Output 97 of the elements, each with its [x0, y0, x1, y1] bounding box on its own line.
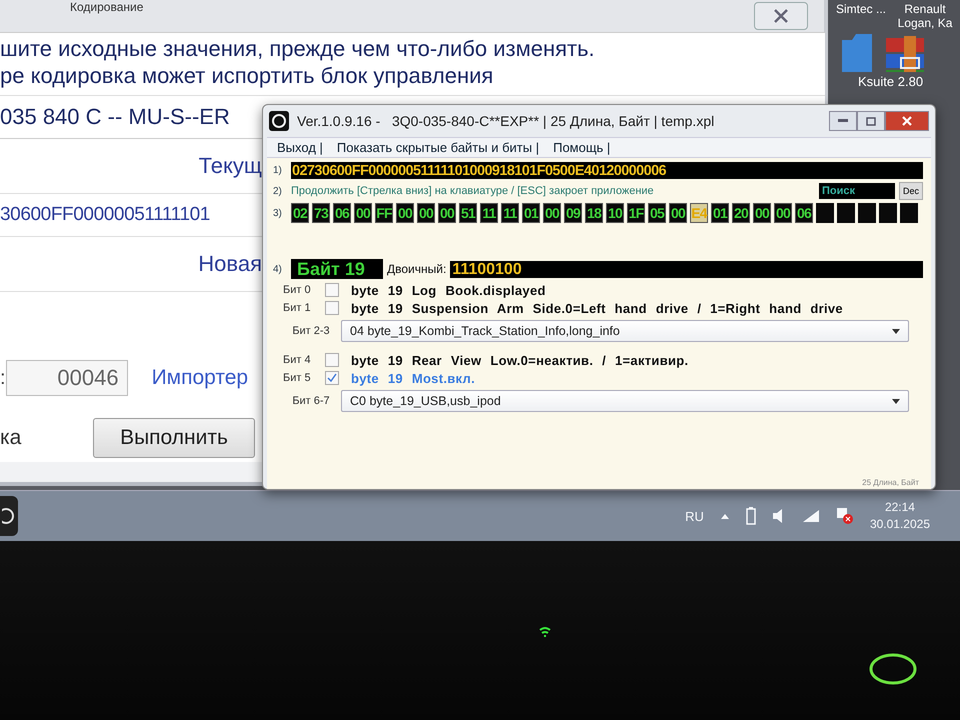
menu-item[interactable]: Выход |: [277, 140, 323, 155]
check-icon: [327, 373, 337, 383]
dropdown-value: 04 byte_19_Kombi_Track_Station_Info,long_info: [350, 324, 620, 338]
importer-link[interactable]: Импортер: [152, 366, 248, 390]
byte-cell[interactable]: 00: [396, 203, 414, 223]
byte-cell[interactable]: 01: [522, 203, 540, 223]
caret-icon: [892, 398, 900, 404]
close-icon: [774, 9, 788, 23]
byte-cell[interactable]: 06: [333, 203, 351, 223]
current-label: Текущ: [198, 153, 262, 179]
status-text: 25 Длина, Байт: [862, 478, 919, 487]
desktop-icon-label: Simtec ...: [836, 2, 886, 16]
empty-byte-cell: [816, 203, 834, 223]
byte-cell[interactable]: 18: [585, 203, 603, 223]
archive-icon: [884, 36, 924, 72]
checkbox[interactable]: [325, 301, 339, 315]
checkbox[interactable]: [325, 371, 339, 385]
taskbar-app-button[interactable]: [0, 496, 18, 536]
bit-description: byte 19 Most.вкл.: [351, 370, 475, 386]
binary-value: 11100100: [450, 260, 923, 278]
number-field[interactable]: 00046: [6, 360, 128, 396]
menu-item[interactable]: Помощь |: [553, 140, 610, 155]
row-number: 1): [273, 165, 283, 176]
warning-text: шите исходные значения, прежде чем что-либо изменять.: [0, 35, 596, 62]
bit-label: Бит 0: [283, 284, 312, 296]
dropdown-value: C0 byte_19_USB,usb_ipod: [350, 394, 501, 408]
field-label: :: [0, 366, 6, 390]
desktop-icon-label: Ksuite 2.80: [858, 74, 924, 89]
byte-cell[interactable]: 01: [711, 203, 729, 223]
dec-button[interactable]: Dec: [898, 182, 923, 200]
byte-cell[interactable]: 00: [753, 203, 771, 223]
checkbox[interactable]: [325, 283, 339, 297]
folder-icon: [842, 32, 872, 72]
window-title: Ver.1.0.9.16 - 3Q0-035-840-C**EXP** | 25 Длина, Байт | temp.xpl: [297, 113, 716, 129]
byte-cell[interactable]: 11: [501, 203, 519, 223]
byte-cell[interactable]: 73: [312, 203, 330, 223]
byte-cell[interactable]: 00: [354, 203, 372, 223]
byte-cell[interactable]: 00: [417, 203, 435, 223]
empty-byte-cell: [858, 203, 876, 223]
up-arrow-icon: [720, 512, 730, 520]
new-label: Новая: [197, 251, 262, 277]
close-button[interactable]: [754, 2, 808, 30]
byte-cell[interactable]: 10: [606, 203, 624, 223]
bit-description: byte 19 Suspension Arm Side.0=Left hand drive / 1=Right hand drive: [351, 300, 843, 316]
minimize-button[interactable]: [829, 111, 857, 131]
byte-cell[interactable]: 00: [438, 203, 456, 223]
byte-cell[interactable]: 11: [480, 203, 498, 223]
byte-cell[interactable]: 51: [459, 203, 477, 223]
signal-icon: [802, 509, 820, 523]
hint-text: Продолжить [Стрелка вниз] на клавиатуре / [ESC] закроет приложение: [291, 185, 655, 197]
maximize-button[interactable]: [857, 111, 885, 131]
empty-byte-cell: [900, 203, 918, 223]
byte-cell[interactable]: 09: [564, 203, 582, 223]
bit-label: Бит 4: [283, 354, 312, 366]
bit-label: Бит 1: [283, 302, 312, 314]
bit-label: Бит 5: [283, 372, 312, 384]
power-light-icon: [868, 652, 918, 686]
byte-cell[interactable]: 00: [669, 203, 687, 223]
option-dropdown[interactable]: 04 byte_19_Kombi_Track_Station_Info,long_info: [341, 320, 909, 342]
close-button[interactable]: [885, 111, 929, 131]
empty-byte-cell: [837, 203, 855, 223]
binary-label: Двоичный:: [387, 262, 446, 276]
minimize-icon: [838, 119, 848, 123]
app-logo-icon: [269, 111, 289, 131]
row-number: 3): [273, 208, 283, 218]
bit-label: Бит 6-7: [291, 395, 331, 407]
empty-byte-cell: [879, 203, 897, 223]
maximize-icon: [866, 116, 876, 126]
byte-cell[interactable]: 02: [291, 203, 309, 223]
option-dropdown[interactable]: C0 byte_19_USB,usb_ipod: [341, 390, 909, 412]
coding-string: 02730600FF00000051111101000918101F0500E40120000006: [291, 162, 666, 178]
byte-cell[interactable]: 05: [648, 203, 666, 223]
search-field[interactable]: Поиск: [818, 183, 895, 199]
network-error-icon: [836, 507, 854, 525]
menu-item[interactable]: Показать скрытые байты и биты |: [336, 140, 540, 155]
warning-text: ре кодировка может испортить блок управления: [0, 62, 494, 89]
byte-number: Байт 19: [291, 259, 383, 279]
row-number: 4): [273, 264, 283, 274]
battery-icon: [746, 507, 756, 525]
window-title: Кодирование: [70, 0, 144, 14]
close-icon: [902, 116, 912, 126]
byte-cell[interactable]: 00: [774, 203, 792, 223]
option-label: ка: [0, 426, 22, 450]
bit-description: byte 19 Log Book.displayed: [351, 282, 546, 298]
checkbox[interactable]: [325, 353, 339, 367]
byte-cell[interactable]: 20: [732, 203, 750, 223]
execute-button[interactable]: Выполнить: [93, 418, 255, 458]
desktop-icon-label: Renault Logan, Ka: [896, 2, 954, 30]
byte-cell[interactable]: FF: [375, 203, 393, 223]
byte-cell[interactable]: 1F: [627, 203, 645, 223]
bit-description: byte 19 Rear View Low.0=неактив. / 1=активир.: [351, 352, 688, 368]
wifi-led-icon: [538, 626, 552, 638]
bit-label: Бит 2-3: [291, 325, 331, 337]
row-number: 2): [273, 186, 283, 196]
caret-icon: [892, 328, 900, 334]
byte-cell[interactable]: 00: [543, 203, 561, 223]
byte-cell[interactable]: 06: [795, 203, 813, 223]
